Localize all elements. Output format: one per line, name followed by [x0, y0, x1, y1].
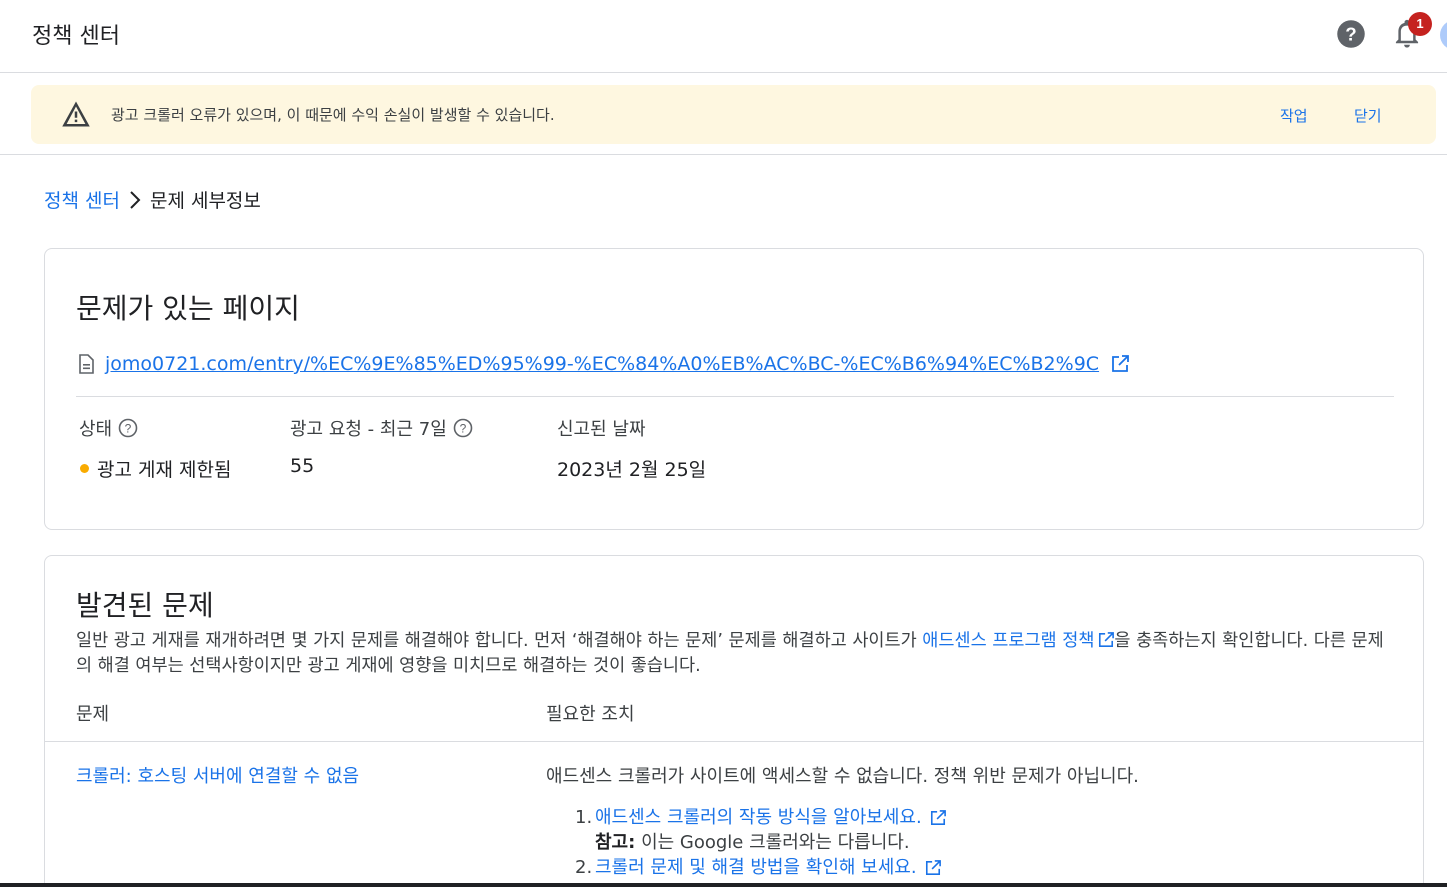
problem-page-title: 문제가 있는 페이지 [76, 292, 300, 325]
url-row: jomo0721.com/entry/%EC%9E%85%ED%95%99-%E… [77, 353, 1129, 375]
notification-badge: 1 [1408, 12, 1432, 36]
column-header-action: 필요한 조치 [546, 704, 635, 725]
warning-icon [62, 101, 90, 127]
list-item: 2. 크롤러 문제 및 해결 방법을 확인해 보세요. [575, 855, 946, 880]
note-line: 참고: 이는 Google 크롤러와는 다릅니다. [575, 830, 946, 855]
top-bar: 정책 센터 ? 1 [0, 0, 1447, 73]
problem-page-card: 문제가 있는 페이지 jomo0721.com/entry/%EC%9E%85%… [44, 248, 1424, 530]
banner-area: 광고 크롤러 오류가 있으며, 이 때문에 수익 손실이 발생할 수 있습니다.… [0, 73, 1447, 155]
note-label: 참고: [595, 832, 636, 853]
svg-text:?: ? [1345, 23, 1356, 44]
status-label: 상태 ? [79, 415, 138, 441]
help-outline-icon[interactable]: ? [118, 418, 138, 438]
taskbar-edge [0, 883, 1447, 887]
issues-description: 일반 광고 게재를 재개하려면 몇 가지 문제를 해결해야 합니다. 먼저 ‘해… [76, 629, 1386, 679]
row-divider [45, 741, 1423, 742]
issue-crawler-link[interactable]: 크롤러: 호스팅 서버에 연결할 수 없음 [76, 762, 359, 788]
breadcrumb: 정책 센터 문제 세부정보 [44, 186, 261, 213]
svg-text:?: ? [459, 422, 466, 436]
adsense-policy-link[interactable]: 애드센스 프로그램 정책 [922, 631, 1094, 651]
breadcrumb-policy-center-link[interactable]: 정책 센터 [44, 186, 120, 213]
requests-value: 55 [290, 455, 315, 477]
document-icon [79, 354, 94, 374]
divider [76, 396, 1394, 397]
banner-action-button[interactable]: 작업 [1280, 105, 1308, 126]
open-in-new-icon[interactable] [925, 859, 941, 876]
avatar[interactable] [1440, 20, 1447, 50]
step-number: 1. [575, 807, 593, 828]
page-url-link[interactable]: jomo0721.com/entry/%EC%9E%85%ED%95%99-%E… [105, 353, 1099, 375]
breadcrumb-current: 문제 세부정보 [149, 190, 261, 212]
status-value: 광고 게재 제한됨 [80, 455, 231, 482]
open-in-new-icon[interactable] [1098, 632, 1115, 648]
requests-label: 광고 요청 - 최근 7일 ? [290, 415, 473, 441]
crawler-troubleshoot-link[interactable]: 크롤러 문제 및 해결 방법을 확인해 보세요. [595, 855, 917, 880]
banner-close-button[interactable]: 닫기 [1354, 105, 1382, 126]
reported-date-label: 신고된 날짜 [557, 419, 646, 440]
help-outline-icon[interactable]: ? [453, 418, 473, 438]
app-title: 정책 센터 [32, 24, 120, 49]
warning-banner: 광고 크롤러 오류가 있으며, 이 때문에 수익 손실이 발생할 수 있습니다.… [31, 85, 1436, 144]
chevron-right-icon [130, 190, 141, 209]
desc-text-1: 일반 광고 게재를 재개하려면 몇 가지 문제를 해결해야 합니다. 먼저 ‘해… [76, 631, 923, 651]
found-issues-title: 발견된 문제 [76, 589, 214, 622]
status-value-text: 광고 게재 제한됨 [97, 459, 232, 481]
list-item: 1. 애드센스 크롤러의 작동 방식을 알아보세요. [575, 805, 946, 830]
help-icon[interactable]: ? [1336, 19, 1366, 49]
open-in-new-icon[interactable] [930, 809, 946, 826]
status-label-text: 상태 [79, 419, 113, 440]
required-action-text: 애드센스 크롤러가 사이트에 액세스할 수 없습니다. 정책 위반 문제가 아닙… [546, 766, 1139, 787]
reported-date-value: 2023년 2월 25일 [557, 459, 707, 481]
status-dot [80, 464, 89, 473]
step-number: 2. [575, 857, 593, 878]
requests-label-text: 광고 요청 - 최근 7일 [290, 419, 447, 440]
column-header-issue: 문제 [76, 704, 110, 725]
svg-text:?: ? [125, 422, 132, 436]
note-text: 이는 Google 크롤러와는 다릅니다. [641, 832, 910, 853]
action-steps: 1. 애드센스 크롤러의 작동 방식을 알아보세요. 참고: 이는 Google… [575, 805, 946, 880]
banner-message: 광고 크롤러 오류가 있으며, 이 때문에 수익 손실이 발생할 수 있습니다. [111, 106, 555, 124]
found-issues-card: 발견된 문제 일반 광고 게재를 재개하려면 몇 가지 문제를 해결해야 합니다… [44, 555, 1424, 887]
crawler-how-it-works-link[interactable]: 애드센스 크롤러의 작동 방식을 알아보세요. [595, 805, 922, 830]
open-in-new-icon[interactable] [1111, 355, 1129, 373]
